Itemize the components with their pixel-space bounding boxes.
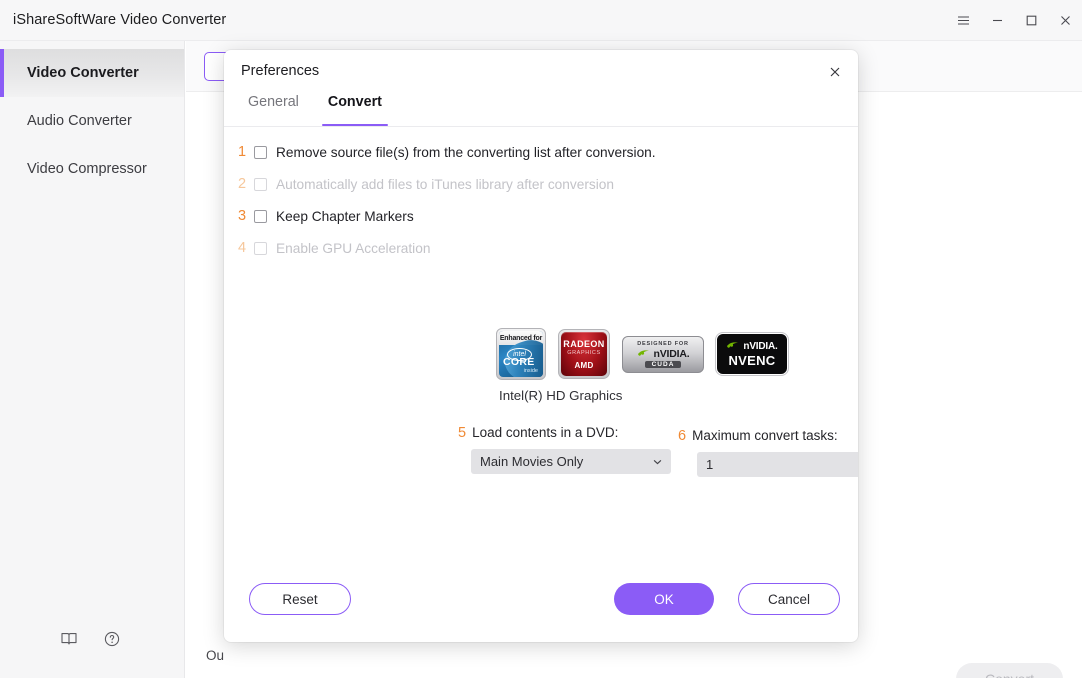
option-number: 6 [678, 428, 687, 444]
output-label: Ou [206, 648, 225, 663]
cuda-badge-brand-row: nVIDIA. [637, 348, 690, 360]
preferences-dialog: Preferences General Convert 1 Remove sou… [224, 50, 858, 642]
sidebar-item-label: Video Compressor [27, 161, 147, 177]
close-icon [830, 67, 840, 77]
tab-general[interactable]: General [240, 94, 307, 126]
cuda-badge-top-text: DESIGNED FOR [637, 340, 689, 347]
sidebar-bottom-icons [0, 630, 185, 648]
option-number: 4 [238, 240, 247, 256]
nvidia-eye-icon [727, 342, 739, 348]
checkbox-gpu-acceleration [254, 241, 267, 255]
reset-button[interactable]: Reset [249, 583, 351, 615]
option-row-gpu-acceleration: 4 Enable GPU Acceleration [224, 232, 858, 264]
dialog-title: Preferences [241, 63, 320, 79]
option-label: Automatically add files to iTunes librar… [276, 176, 615, 192]
cuda-badge-bottom-text: CUDA [644, 360, 682, 368]
sidebar-item-video-compressor[interactable]: Video Compressor [0, 145, 184, 193]
option-label: Keep Chapter Markers [276, 208, 414, 224]
dvd-contents-select[interactable]: Main Movies Only [471, 449, 671, 474]
tab-label: Convert [327, 94, 382, 110]
window-controls [946, 0, 1082, 41]
dvd-contents-value: Main Movies Only [480, 454, 584, 469]
dialog-tabs: General Convert [224, 94, 858, 127]
option-number: 1 [238, 144, 247, 160]
option-number: 2 [238, 176, 247, 192]
dialog-footer: Reset OK Cancel [224, 583, 858, 617]
intel-core-badge: Enhanced for intel CORE inside [496, 328, 546, 380]
convert-button: Convert [956, 663, 1063, 678]
dvd-contents-label: Load contents in a DVD: [472, 425, 619, 440]
checkbox-remove-source[interactable] [254, 145, 267, 159]
checkbox-itunes-library [254, 177, 267, 191]
sidebar-item-audio-converter[interactable]: Audio Converter [0, 97, 184, 145]
sidebar-item-video-converter[interactable]: Video Converter [0, 49, 184, 97]
cancel-button[interactable]: Cancel [738, 583, 840, 615]
nvidia-nvenc-badge: nVIDIA. NVENC [715, 332, 789, 376]
amd-badge-inner: RADEON GRAPHICS AMD [561, 332, 607, 376]
option-row-keep-chapter-markers[interactable]: 3 Keep Chapter Markers [224, 200, 858, 232]
gpu-name-label: Intel(R) HD Graphics [499, 388, 623, 403]
app-window: iShareSoftWare Video Converter Video Con… [0, 0, 1082, 678]
gpu-badges: Enhanced for intel CORE inside RADEON GR… [496, 328, 789, 380]
option-label: Remove source file(s) from the convertin… [276, 144, 656, 160]
intel-badge-sub-text: inside [523, 368, 538, 374]
tab-label: General [248, 94, 299, 110]
tab-divider [224, 126, 858, 127]
max-tasks-label: Maximum convert tasks: [692, 428, 838, 443]
dvd-contents-group: 5 Load contents in a DVD: Main Movies On… [458, 425, 671, 474]
tab-convert[interactable]: Convert [320, 94, 390, 127]
close-button[interactable] [1048, 0, 1082, 41]
window-title: iShareSoftWare Video Converter [13, 12, 227, 28]
minimize-icon [992, 19, 1002, 22]
minimize-button[interactable] [980, 0, 1014, 41]
intel-badge-inner: Enhanced for intel CORE inside [499, 331, 543, 377]
amd-badge-line2: GRAPHICS [567, 349, 601, 356]
max-tasks-group: 6 Maximum convert tasks: 1 [678, 428, 858, 477]
sidebar: Video Converter Audio Converter Video Co… [0, 41, 185, 678]
book-icon[interactable] [60, 630, 78, 648]
max-tasks-value: 1 [706, 457, 714, 472]
option-label: Enable GPU Acceleration [276, 240, 431, 256]
nvenc-badge-brand-row: nVIDIA. [726, 340, 778, 352]
menu-button[interactable] [946, 0, 980, 41]
option-row-remove-source[interactable]: 1 Remove source file(s) from the convert… [224, 136, 858, 168]
nvidia-cuda-badge: DESIGNED FOR nVIDIA. CUDA [622, 335, 704, 373]
chevron-down-icon [653, 459, 662, 464]
option-number: 3 [238, 208, 247, 224]
sidebar-item-label: Video Converter [27, 65, 139, 81]
amd-badge-line1: RADEON [563, 338, 605, 349]
nvenc-badge-brand: nVIDIA. [743, 340, 778, 352]
menu-icon [957, 16, 969, 25]
maximize-icon [1026, 15, 1036, 26]
sidebar-item-label: Audio Converter [27, 113, 132, 129]
amd-badge-line3: AMD [574, 360, 594, 370]
option-row-itunes-library: 2 Automatically add files to iTunes libr… [224, 168, 858, 200]
sidebar-top-spacer [0, 41, 184, 49]
close-icon [1060, 16, 1070, 25]
option-number: 5 [458, 425, 467, 441]
help-icon[interactable] [103, 630, 121, 648]
dialog-close-button[interactable] [822, 59, 848, 85]
cuda-badge-brand: nVIDIA. [653, 347, 690, 360]
options-list: 1 Remove source file(s) from the convert… [224, 136, 858, 264]
max-tasks-header: 6 Maximum convert tasks: [678, 428, 858, 444]
title-bar: iShareSoftWare Video Converter [0, 0, 1082, 41]
max-tasks-select[interactable]: 1 [697, 452, 858, 477]
dvd-contents-header: 5 Load contents in a DVD: [458, 425, 671, 441]
ok-button[interactable]: OK [614, 583, 714, 615]
amd-radeon-badge: RADEON GRAPHICS AMD [558, 329, 610, 379]
nvenc-badge-bottom-text: NVENC [728, 352, 776, 368]
checkbox-keep-chapter-markers[interactable] [254, 209, 267, 223]
intel-badge-main-text: CORE [503, 356, 535, 368]
nvidia-eye-icon [637, 349, 649, 356]
maximize-button[interactable] [1014, 0, 1048, 41]
